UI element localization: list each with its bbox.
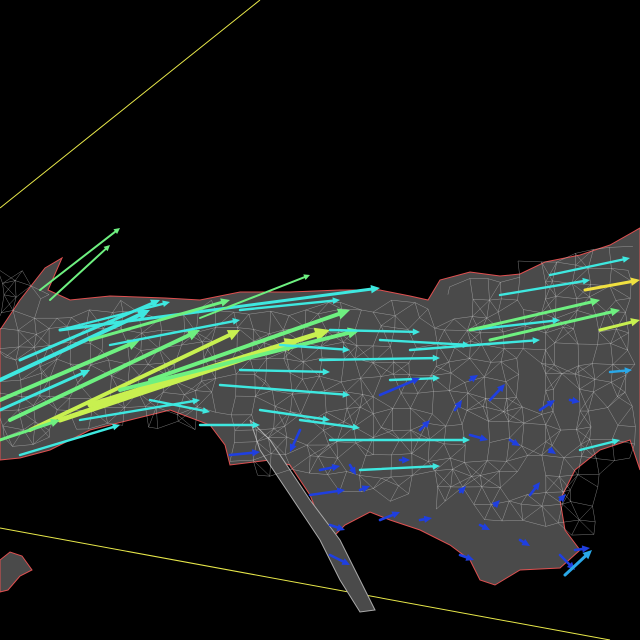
arrow-shaft bbox=[608, 369, 627, 374]
bounding-box-edge bbox=[0, 0, 261, 209]
arrow-shaft bbox=[39, 230, 117, 291]
3d-viewport[interactable] bbox=[0, 0, 640, 640]
surface-patch bbox=[0, 551, 33, 593]
arrow-shaft bbox=[508, 438, 515, 444]
arrow-shaft bbox=[348, 463, 354, 470]
arrow-shaft bbox=[478, 523, 485, 528]
arrow-shaft bbox=[518, 538, 525, 544]
arrow-shaft bbox=[418, 517, 426, 522]
arrow-shaft bbox=[468, 377, 473, 382]
velocity-arrow bbox=[49, 245, 110, 301]
flow-vector-field-scene bbox=[0, 0, 640, 640]
velocity-arrow bbox=[39, 228, 120, 291]
arrow-shaft bbox=[358, 487, 365, 492]
arrow-shaft bbox=[388, 377, 435, 382]
arrow-shaft bbox=[573, 547, 584, 552]
